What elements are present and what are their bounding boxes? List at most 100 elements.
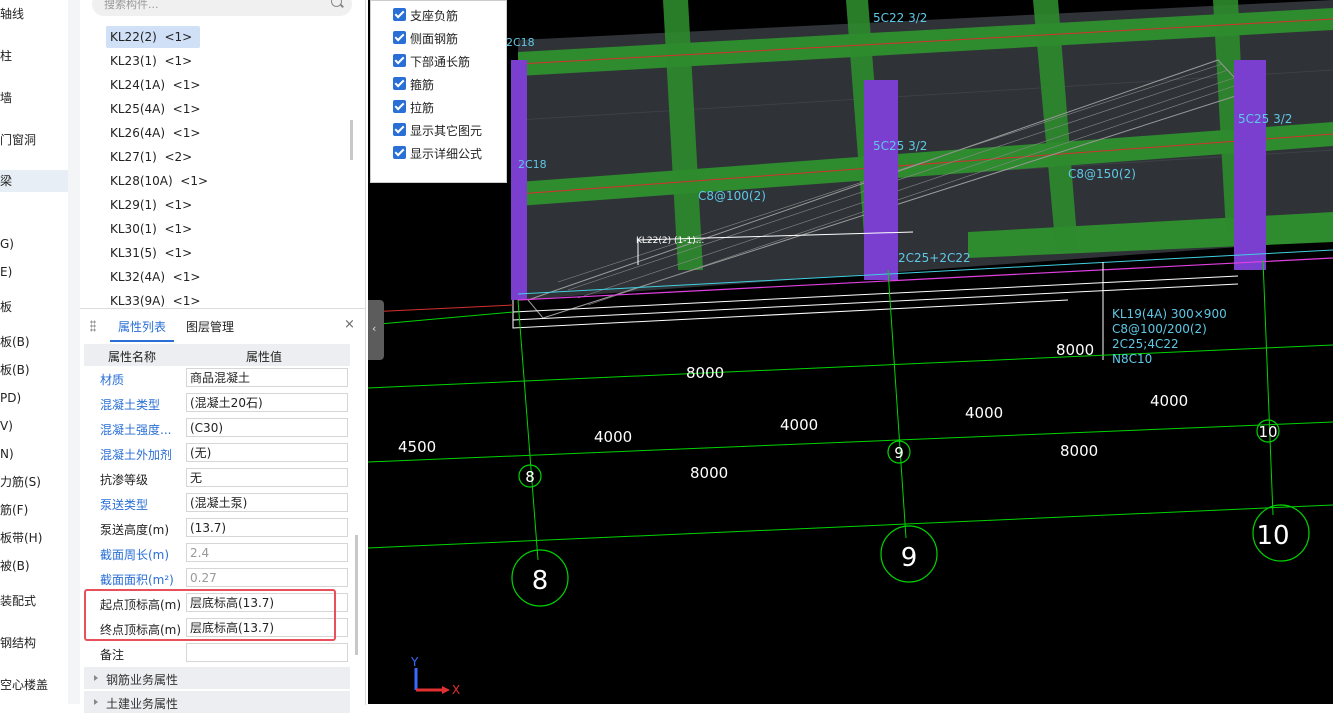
category-item[interactable]: 轴线 [0,3,68,25]
category-item[interactable]: 门窗洞 [0,129,68,151]
category-item[interactable]: 墙 [0,87,68,109]
component-list-item[interactable]: KL28(10A) <1> [106,170,212,192]
property-group-label: 钢筋业务属性 [106,673,179,687]
property-group[interactable]: 土建业务属性 [84,691,350,713]
dim-4000-b: 4000 [780,416,818,434]
property-value[interactable]: (C30) [186,418,348,437]
header-property-value: 属性值 [246,350,283,364]
category-item[interactable]: 柱 [0,45,68,67]
property-row: 泵送类型 (混凝土泵) [84,491,350,516]
chevron-left-icon: ‹ [372,322,377,335]
category-strip: 轴线柱墙门窗洞梁 G) E) 板板(B) 板(B) PD) V) N) 力筋(S) 筋(F) 板带(… [0,0,68,704]
category-item[interactable]: 筋(F) [0,499,68,521]
category-item[interactable]: G) [0,233,68,255]
checkbox-checked-icon[interactable] [393,123,406,136]
column-mid [864,80,898,280]
property-scrollbar[interactable] [355,535,358,655]
property-value[interactable]: 0.27 [186,568,348,587]
property-name: 备注 [100,648,125,662]
display-option-label: 显示详细公式 [410,147,483,161]
category-item[interactable]: 钢结构 [0,632,68,654]
category-item[interactable]: 板(B) [0,359,68,381]
checkbox-checked-icon[interactable] [393,77,406,90]
property-value[interactable]: 无 [186,468,348,487]
property-row: 混凝土外加剂 (无) [84,441,350,466]
kl19-stirrup: C8@100/200(2) [1112,322,1207,336]
component-list-item[interactable]: KL30(1) <1> [106,218,196,240]
category-item[interactable]: V) [0,415,68,437]
checkbox-checked-icon[interactable] [393,8,406,21]
property-value[interactable]: 商品混凝土 [186,368,348,387]
search-input[interactable]: 搜索构件... [92,0,352,16]
property-value[interactable]: (混凝土20石) [186,393,348,412]
active-tab-indicator [110,340,174,342]
component-list-item[interactable]: KL32(4A) <1> [106,266,204,288]
beam-label-7: 2C18 [518,158,547,171]
search-icon[interactable] [331,0,342,7]
axis-9-small: 9 [894,444,904,462]
dim-4000-a: 4000 [594,428,632,446]
list-scrollbar[interactable] [350,120,353,160]
close-icon[interactable]: × [344,317,355,332]
component-list-item[interactable]: KL22(2) <1> [106,26,200,48]
property-row: 备注 [84,641,350,666]
category-item[interactable]: 被(B) [0,555,68,577]
property-value[interactable]: 2.4 [186,543,348,562]
beam-label-5: C8@100(2) [698,189,766,203]
tab-property-list[interactable]: 属性列表 [118,318,166,335]
axis-8-large: 8 [532,566,549,596]
display-option-label: 侧面钢筋 [410,32,459,46]
category-item[interactable]: 板(B) [0,331,68,353]
property-value[interactable]: (无) [186,443,348,462]
property-value[interactable] [186,643,348,662]
property-table-header: 属性名称 属性值 [84,344,350,366]
drag-handle-icon[interactable] [90,320,96,332]
tab-layer-management[interactable]: 图层管理 [186,318,234,335]
component-list-item[interactable]: KL24(1A) <1> [106,74,204,96]
category-item[interactable]: 力筋(S) [0,471,68,493]
category-item[interactable]: 板带(H) [0,527,68,549]
axis-10-small: 10 [1258,423,1277,441]
property-value[interactable]: (混凝土泵) [186,493,348,512]
checkbox-checked-icon[interactable] [393,54,406,67]
checkbox-checked-icon[interactable] [393,31,406,44]
formula-label: KL22(2) (1-1)... [636,236,704,246]
component-list-item[interactable]: KL31(5) <1> [106,242,196,264]
dim-8000-d: 8000 [1060,442,1098,460]
property-row: 混凝土类型 (混凝土20石) [84,391,350,416]
category-item[interactable]: 梁 [0,170,68,192]
category-item[interactable]: 装配式 [0,590,68,612]
property-row: 泵送高度(m) (13.7) [84,516,350,541]
checkbox-checked-icon[interactable] [393,146,406,159]
component-list-item[interactable]: KL23(1) <1> [106,50,196,72]
property-name: 混凝土强度... [100,423,172,437]
checkbox-checked-icon[interactable] [393,100,406,113]
component-list-item[interactable]: KL25(4A) <1> [106,98,204,120]
property-row: 抗渗等级 无 [84,466,350,491]
property-row: 材质 商品混凝土 [84,366,350,391]
dim-4000-c: 4000 [965,404,1003,422]
expand-arrow-icon [94,675,98,681]
category-item[interactable]: PD) [0,387,68,409]
component-list-item[interactable]: KL29(1) <1> [106,194,196,216]
property-value[interactable]: (13.7) [186,518,348,537]
kl19-rebar: 2C25;4C22 [1112,337,1179,351]
category-item[interactable]: 空心楼盖 [0,674,68,696]
collapse-panel-button[interactable]: ‹ [368,300,384,360]
search-placeholder: 搜索构件... [104,0,159,11]
beam-label-1: 5C22 3/2 [873,11,927,25]
dim-8000-a: 8000 [686,364,724,382]
property-group[interactable]: 钢筋业务属性 [84,667,350,689]
category-item[interactable]: N) [0,443,68,465]
component-list-item[interactable]: KL26(4A) <1> [106,122,204,144]
drawing-canvas[interactable]: 8 9 10 8 9 10 8000 8000 4500 4000 4000 4… [368,0,1333,704]
category-item[interactable]: E) [0,261,68,283]
component-list-item[interactable]: KL27(1) <2> [106,146,196,168]
beam-label-3: 5C25 3/2 [1238,112,1292,126]
category-item[interactable]: 板 [0,296,68,318]
strip-separator [68,0,80,704]
dim-8000-b: 8000 [1056,341,1094,359]
property-name: 截面周长(m) [100,548,170,562]
property-row: 截面周长(m) 2.4 [84,541,350,566]
ucs-y: Y [410,655,419,669]
